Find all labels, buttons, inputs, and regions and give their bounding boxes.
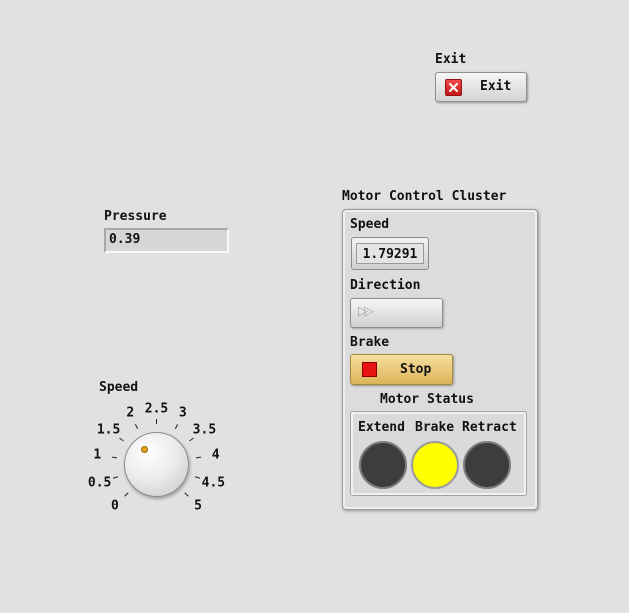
knob-tick bbox=[135, 423, 139, 429]
led-retract-label: Retract bbox=[462, 420, 517, 435]
knob-tick bbox=[119, 437, 125, 442]
exit-label: Exit bbox=[435, 52, 467, 67]
knob-tick bbox=[111, 456, 117, 459]
knob-tick bbox=[188, 437, 194, 442]
knob-scale-label: 2 bbox=[126, 405, 135, 421]
knob-indicator bbox=[141, 446, 148, 453]
direction-label: Direction bbox=[350, 278, 421, 293]
led-extend[interactable] bbox=[359, 441, 407, 489]
brake-stop-button[interactable]: Stop bbox=[350, 354, 453, 385]
led-extend-label: Extend bbox=[358, 420, 405, 435]
cluster-speed-value: 1.79291 bbox=[356, 243, 424, 264]
knob-tick bbox=[196, 456, 202, 459]
pressure-indicator: 0.39 bbox=[104, 228, 229, 253]
pressure-label: Pressure bbox=[104, 209, 167, 224]
cluster-speed-indicator: 1.79291 bbox=[351, 237, 429, 270]
close-icon bbox=[445, 79, 462, 96]
knob-speed-label: Speed bbox=[99, 380, 139, 395]
knob-scale-label: 0 bbox=[110, 498, 119, 514]
exit-button-label: Exit bbox=[480, 79, 512, 94]
led-brake[interactable] bbox=[411, 441, 459, 489]
knob-scale-label: 2.5 bbox=[144, 401, 169, 416]
direction-toggle[interactable]: ▷▷ bbox=[350, 298, 443, 328]
knob-scale-label: 1 bbox=[93, 447, 102, 463]
knob-tick bbox=[194, 476, 200, 480]
brake-stop-label: Stop bbox=[400, 362, 432, 377]
fast-forward-icon: ▷▷ bbox=[358, 304, 374, 319]
knob-scale-label: 4 bbox=[211, 447, 220, 463]
knob-scale-label: 0.5 bbox=[87, 475, 112, 491]
knob-scale-label: 5 bbox=[194, 498, 203, 514]
stop-icon bbox=[362, 362, 377, 377]
knob-tick bbox=[174, 423, 178, 429]
cluster-speed-label: Speed bbox=[350, 217, 390, 232]
cluster-title: Motor Control Cluster bbox=[342, 189, 507, 204]
exit-button[interactable]: Exit bbox=[435, 72, 527, 102]
knob-tick bbox=[184, 492, 190, 498]
knob-tick bbox=[156, 419, 157, 424]
knob-scale-label: 1.5 bbox=[96, 422, 121, 438]
brake-label: Brake bbox=[350, 335, 390, 350]
speed-knob[interactable] bbox=[124, 432, 189, 497]
knob-scale-label: 3.5 bbox=[192, 422, 217, 438]
led-retract[interactable] bbox=[463, 441, 511, 489]
knob-tick bbox=[113, 476, 119, 480]
motor-status-title: Motor Status bbox=[380, 392, 474, 407]
knob-scale-label: 4.5 bbox=[201, 475, 226, 491]
led-brake-label: Brake bbox=[415, 420, 455, 435]
knob-scale-label: 3 bbox=[178, 405, 187, 421]
knob-tick bbox=[123, 492, 129, 498]
